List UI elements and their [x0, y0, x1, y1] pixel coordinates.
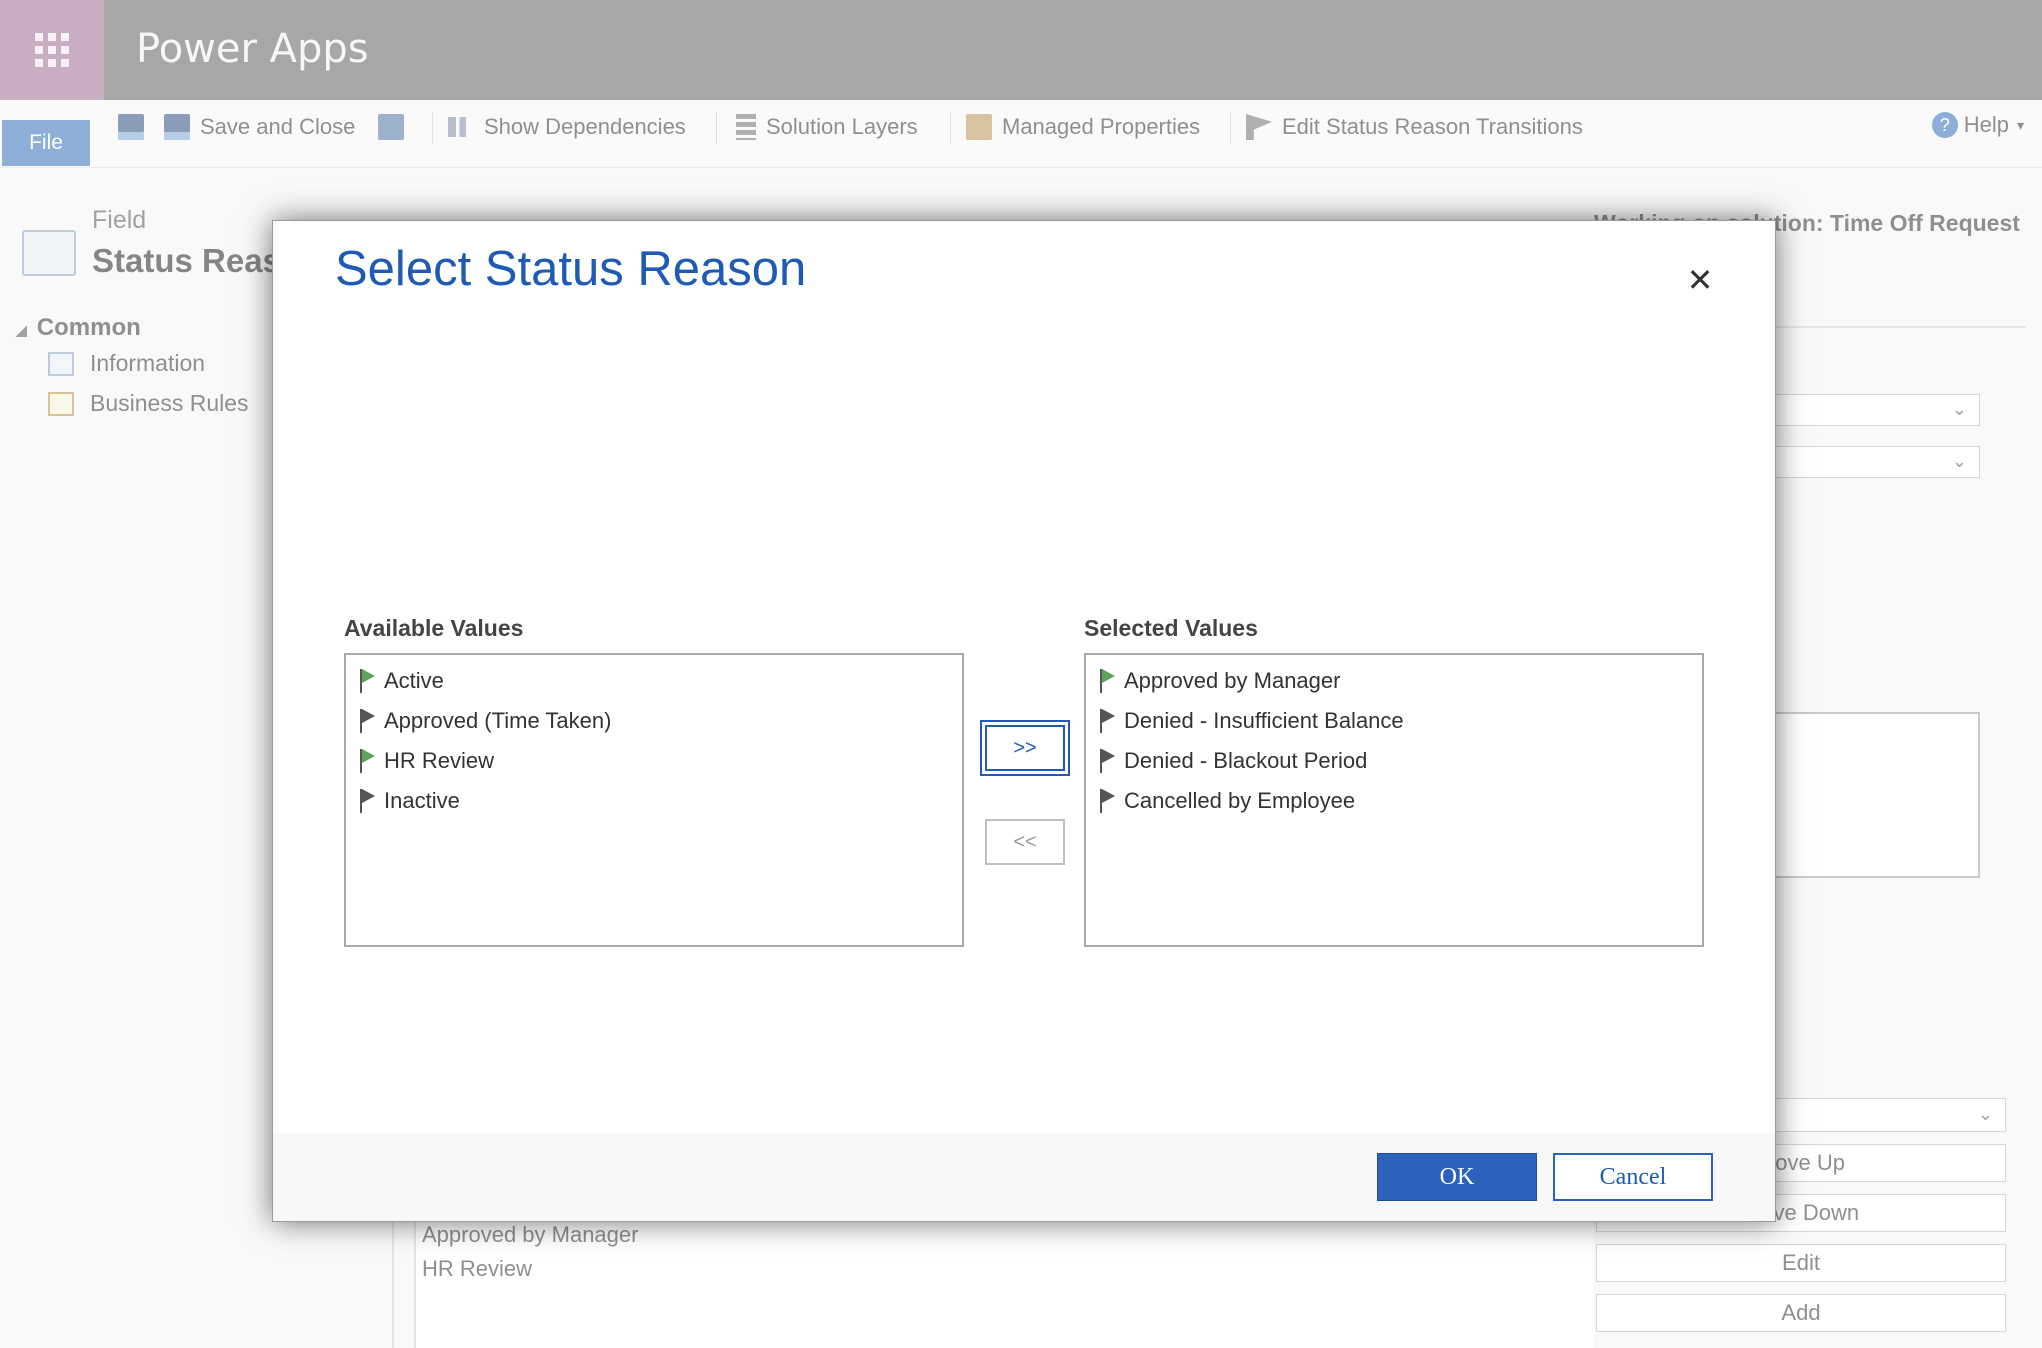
available-values-list[interactable]: Active Approved (Time Taken) HR Review Inac…	[344, 653, 964, 947]
list-item[interactable]: Inactive	[346, 781, 962, 821]
available-values-label: Available Values	[344, 615, 524, 641]
list-item-label: Inactive	[384, 788, 460, 813]
list-item[interactable]: Cancelled by Employee	[1086, 781, 1702, 821]
status-flag-icon	[358, 747, 378, 775]
list-item-label: Active	[384, 668, 444, 693]
list-item[interactable]: Denied - Blackout Period	[1086, 741, 1702, 781]
dialog-title: Select Status Reason	[335, 242, 807, 296]
cancel-button[interactable]: Cancel	[1553, 1153, 1713, 1201]
dialog-footer: OK Cancel	[273, 1133, 1775, 1221]
close-icon[interactable]: ✕	[1683, 262, 1717, 298]
list-item[interactable]: Approved by Manager	[1086, 661, 1702, 701]
list-item-label: Approved by Manager	[1124, 668, 1341, 693]
status-flag-icon	[1098, 787, 1118, 815]
list-item-label: Denied - Insufficient Balance	[1124, 708, 1404, 733]
remove-selected-button[interactable]: <<	[985, 819, 1065, 865]
list-item-label: Cancelled by Employee	[1124, 788, 1356, 813]
selected-values-label: Selected Values	[1084, 615, 1258, 641]
list-item-label: Denied - Blackout Period	[1124, 748, 1368, 773]
status-flag-icon	[1098, 667, 1118, 695]
status-flag-icon	[358, 707, 378, 735]
status-flag-icon	[1098, 747, 1118, 775]
list-item[interactable]: HR Review	[346, 741, 962, 781]
list-item[interactable]: Denied - Insufficient Balance	[1086, 701, 1702, 741]
add-selected-button[interactable]: >>	[980, 720, 1070, 776]
ok-button[interactable]: OK	[1377, 1153, 1537, 1201]
selected-values-list[interactable]: Approved by Manager Denied - Insufficient…	[1084, 653, 1704, 947]
list-item[interactable]: Approved (Time Taken)	[346, 701, 962, 741]
status-flag-icon	[358, 787, 378, 815]
list-item-label: HR Review	[384, 748, 495, 773]
status-flag-icon	[1098, 707, 1118, 735]
status-flag-icon	[358, 667, 378, 695]
list-item[interactable]: Active	[346, 661, 962, 701]
select-status-reason-dialog: Select Status Reason ✕ Available Values …	[272, 220, 1776, 1222]
list-item-label: Approved (Time Taken)	[384, 708, 612, 733]
